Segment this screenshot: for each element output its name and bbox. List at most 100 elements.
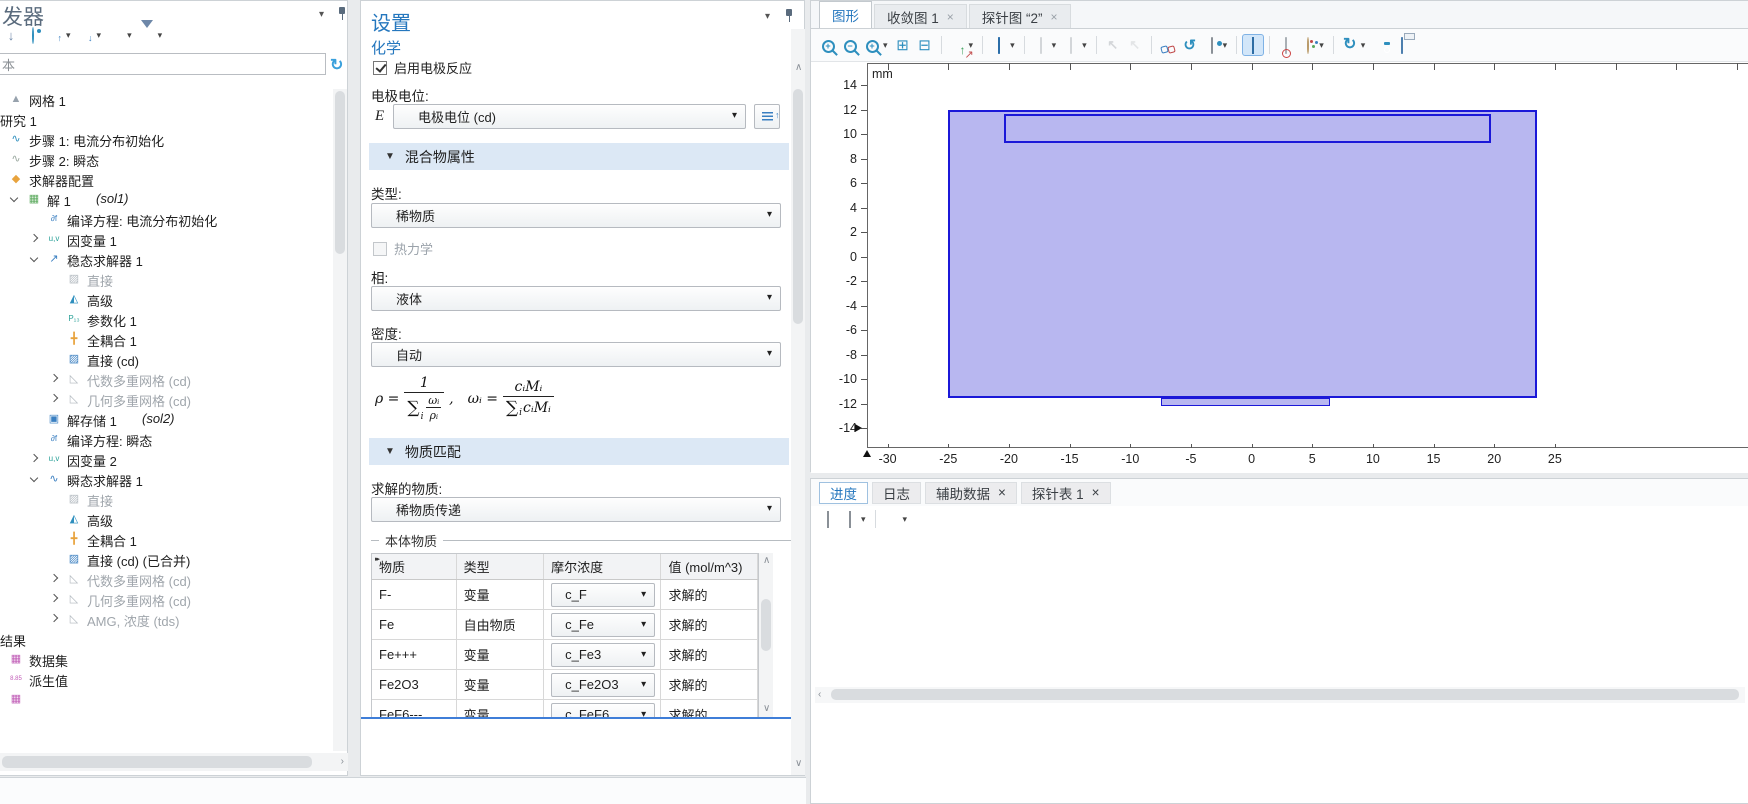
chevron-down-icon[interactable]: ▾ [319,9,324,20]
axis-orientation-button[interactable] [947,34,969,56]
tab-收敛图 1[interactable]: 收敛图 1× [874,4,967,28]
tree-item[interactable]: ◺几何多重网格 (cd) [0,389,331,409]
refresh-icon[interactable]: ↻ [330,55,343,75]
close-icon[interactable]: × [1092,485,1100,500]
table-header-cell[interactable]: 类型 [457,554,545,579]
tree-item[interactable]: ∂f编译方程: 电流分布初始化 [0,209,331,229]
tree-item[interactable]: ▣解存储 1(sol2) [0,409,331,429]
tab-辅助数据[interactable]: 辅助数据× [925,482,1017,504]
chevron-down-icon[interactable]: ▾ [883,40,888,51]
move-plot-button[interactable] [881,508,903,530]
chevron-collapsed-icon[interactable] [30,234,38,242]
view-visibility-button[interactable] [1201,34,1223,56]
hide-objects-button[interactable] [1157,34,1179,56]
filter-input[interactable] [0,53,326,75]
chevron-down-icon[interactable]: ▾ [903,514,908,525]
tree-item[interactable]: ∿瞬态求解器 1 [0,469,331,489]
chevron-down-icon[interactable]: ▾ [1010,40,1015,51]
section-mixture-properties[interactable]: ▼ 混合物属性 [369,143,789,170]
settings-vscrollbar[interactable]: ∧ ∨ [791,29,805,775]
tree-item[interactable]: ▨直接 (cd) (已合并) [0,549,331,569]
chevron-down-icon[interactable]: ▾ [1052,40,1057,51]
checkbox-checked-icon[interactable] [373,61,387,75]
tree-item[interactable]: ◺几何多重网格 (cd) [0,589,331,609]
tree-item[interactable]: ▨直接 [0,269,331,289]
tree-item[interactable]: ▨直接 [0,489,331,509]
tree-item[interactable]: ◺AMG, 浓度 (tds) [0,609,331,629]
zoom-out-button[interactable]: − [839,34,861,56]
close-icon[interactable]: × [998,485,1006,500]
concentration-select[interactable]: c_Fe2O3 [551,673,655,697]
print-button[interactable] [1391,34,1413,56]
chevron-collapsed-icon[interactable] [50,374,58,382]
chevron-collapsed-icon[interactable] [30,454,38,462]
chevron-down-icon[interactable]: ▾ [66,30,71,41]
chevron-down-icon[interactable]: ▾ [1223,40,1228,51]
tab-探针图 “2”[interactable]: 探针图 “2”× [969,4,1071,28]
tree-item[interactable]: ▦数据集 [0,649,331,669]
material-color-button[interactable] [1297,34,1319,56]
close-icon[interactable]: × [947,10,954,24]
pin-icon[interactable] [337,6,347,20]
pin-icon[interactable] [784,8,794,22]
geometry-bottom-tab[interactable] [1161,398,1331,407]
tree-item[interactable]: ◺代数多重网格 (cd) [0,569,331,589]
chevron-expanded-icon[interactable] [30,254,38,262]
progress-hscrollbar[interactable]: ‹ [815,687,1745,703]
tree-item[interactable]: ▦解 1(sol1) [0,189,331,209]
tree-item[interactable]: ↗稳态求解器 1 [0,249,331,269]
scroll-left-icon[interactable]: ‹ [818,690,821,700]
tree-item[interactable]: P₁₃参数化 1 [0,309,331,329]
edit-range-button[interactable]: ↑ [754,104,780,129]
chevron-collapsed-icon[interactable] [50,614,58,622]
tree-item[interactable]: ◭高级 [0,509,331,529]
filter-button[interactable] [136,24,158,46]
tab-探针表 1[interactable]: 探针表 1× [1021,482,1111,504]
tab-进度[interactable]: 进度 [819,482,868,504]
chevron-down-icon[interactable]: ▾ [1361,40,1366,51]
table-vscrollbar[interactable]: ∧ ∨ [759,553,773,717]
tree-item[interactable]: 研究 1 [0,109,331,129]
move-down-button[interactable]: ↓ [0,24,22,46]
table-header-cell[interactable]: ▸▸物质 [372,554,457,579]
chevron-expanded-icon[interactable] [30,474,38,482]
tree-vscrollbar[interactable] [333,89,347,751]
color-table-button[interactable] [839,508,861,530]
chevron-down-icon[interactable]: ▾ [765,11,770,22]
zoom-extents-button[interactable]: ⊞ [892,34,914,56]
table-header-cell[interactable]: 值 (mol/m^3) [661,554,758,579]
chevron-down-icon[interactable]: ▾ [1082,40,1087,51]
tab-日志[interactable]: 日志 [872,482,921,504]
expand-all-button[interactable]: ↓ [75,24,97,46]
tree-item[interactable]: ╋全耦合 1 [0,329,331,349]
concentration-select[interactable]: c_Fe [551,613,655,637]
geometry-main-domain[interactable] [948,110,1536,398]
density-select[interactable]: 自动 [371,342,781,367]
phase-select[interactable]: 液体 [371,286,781,311]
chevron-down-icon[interactable]: ▾ [97,30,102,41]
transparency-button[interactable] [1275,34,1297,56]
concentration-select[interactable]: c_F [551,583,655,607]
chevron-collapsed-icon[interactable] [50,574,58,582]
plot-button[interactable]: ↻ [1339,34,1361,56]
close-icon[interactable]: × [1051,10,1058,24]
geometry-top-band[interactable] [1004,114,1490,142]
zoom-in-button[interactable]: + [817,34,839,56]
tree-item[interactable]: ◺代数多重网格 (cd) [0,369,331,389]
species-row[interactable]: Fe自由物质c_Fe求解的 [372,610,758,640]
tree-hscrollbar[interactable]: › [0,753,348,771]
tree-item[interactable]: ▦ [0,689,331,709]
chevron-down-icon[interactable]: ▾ [861,514,866,525]
table-header-cell[interactable]: 摩尔浓度 [544,554,661,579]
zoom-box-button[interactable]: + [861,34,883,56]
chevron-down-icon[interactable]: ▾ [158,30,163,41]
species-row[interactable]: Fe2O3变量c_Fe2O3求解的 [372,670,758,700]
tree-item[interactable]: ◭高级 [0,289,331,309]
tree-item[interactable]: ▨直接 (cd) [0,349,331,369]
node-text-button[interactable] [105,24,127,46]
tab-图形[interactable]: 图形 [819,1,872,28]
tree-item[interactable]: 8.85派生值 [0,669,331,689]
chevron-collapsed-icon[interactable] [50,594,58,602]
species-row[interactable]: Fe+++变量c_Fe3求解的 [372,640,758,670]
zoom-selected-button[interactable]: ⊟ [914,34,936,56]
